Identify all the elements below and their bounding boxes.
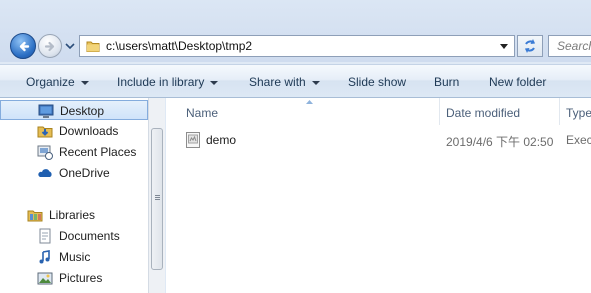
organize-menu[interactable]: Organize [26, 75, 89, 89]
organize-label: Organize [26, 75, 75, 89]
new-folder-label: New folder [489, 75, 547, 89]
file-name: demo [206, 133, 237, 147]
search-placeholder: Search [557, 39, 591, 53]
column-header-name-label: Name [186, 106, 219, 120]
file-type: Execu [566, 133, 591, 147]
file-row[interactable]: demo 2019/4/6 下午 02:50 Execu [186, 130, 591, 150]
music-icon [39, 250, 50, 264]
share-caret-icon [311, 80, 320, 85]
nav-label-desktop: Desktop [60, 104, 105, 118]
search-input[interactable]: Search [548, 35, 591, 57]
scrollbar-grip [155, 195, 160, 196]
back-arrow-icon [19, 41, 30, 52]
scrollbar-grip [155, 199, 160, 200]
nav-label-music: Music [59, 250, 91, 264]
libraries-icon [27, 210, 43, 222]
executable-file-icon [186, 132, 200, 148]
nav-item-desktop[interactable]: Desktop [0, 100, 148, 120]
slide-show-label: Slide show [348, 75, 407, 89]
nav-label-documents: Documents [59, 229, 120, 243]
nav-label-onedrive: OneDrive [59, 166, 110, 180]
nav-item-documents[interactable]: Documents [0, 226, 148, 246]
downloads-icon [37, 126, 53, 138]
nav-item-onedrive[interactable]: OneDrive [0, 163, 148, 183]
share-with-menu[interactable]: Share with [249, 75, 320, 89]
address-field[interactable]: c:\users\matt\Desktop\tmp2 [79, 35, 515, 57]
documents-icon [39, 228, 51, 244]
forward-arrow-icon [44, 41, 55, 52]
refresh-button[interactable] [517, 35, 543, 57]
burn-button[interactable]: Burn [434, 75, 459, 89]
pictures-icon [37, 272, 53, 285]
file-date-modified: 2019/4/6 下午 02:50 [446, 135, 554, 149]
recent-pages-chevron-icon[interactable] [65, 41, 75, 51]
recent-places-icon [37, 145, 53, 160]
forward-button[interactable] [38, 34, 62, 58]
column-header-type-label: Type [566, 106, 591, 120]
include-in-library-label: Include in library [117, 75, 205, 89]
nav-item-music[interactable]: Music [0, 247, 148, 267]
column-header-date-modified[interactable]: Date modified [440, 98, 560, 125]
column-header-date-label: Date modified [446, 106, 521, 120]
nav-label-recent-places: Recent Places [59, 145, 137, 159]
desktop-icon [38, 104, 54, 118]
scrollbar-thumb[interactable] [151, 128, 163, 270]
nav-label-downloads: Downloads [59, 124, 119, 138]
command-bar: Organize Include in library Share with S… [0, 64, 591, 98]
file-list: Name Date modified Type demo 2019/4/6 下午… [166, 98, 591, 293]
nav-label-libraries: Libraries [49, 208, 96, 222]
address-dropdown-icon[interactable] [500, 44, 508, 50]
include-caret-icon [210, 80, 219, 85]
column-header-name[interactable]: Name [166, 98, 441, 125]
refresh-icon [525, 39, 535, 53]
include-in-library-menu[interactable]: Include in library [117, 75, 219, 89]
share-with-label: Share with [249, 75, 306, 89]
column-header-type[interactable]: Type [560, 98, 591, 125]
organize-caret-icon [80, 80, 89, 85]
new-folder-button[interactable]: New folder [489, 75, 546, 89]
nav-item-libraries[interactable]: Libraries [0, 205, 148, 225]
back-button[interactable] [10, 33, 36, 59]
nav-item-pictures[interactable]: Pictures [0, 268, 148, 288]
slide-show-button[interactable]: Slide show [348, 75, 406, 89]
nav-item-recent-places[interactable]: Recent Places [0, 142, 148, 162]
burn-label: Burn [434, 75, 460, 89]
nav-label-pictures: Pictures [59, 271, 103, 285]
nav-item-downloads[interactable]: Downloads [0, 121, 148, 141]
navigation-scrollbar[interactable] [148, 98, 165, 293]
onedrive-icon [38, 169, 52, 177]
scrollbar-grip [155, 197, 160, 198]
address-path: c:\users\matt\Desktop\tmp2 [106, 39, 253, 53]
folder-icon [86, 41, 100, 52]
address-bar-row: c:\users\matt\Desktop\tmp2 Search [0, 0, 591, 62]
navigation-pane: Desktop Downloads Recent Places OneDrive… [0, 98, 148, 293]
